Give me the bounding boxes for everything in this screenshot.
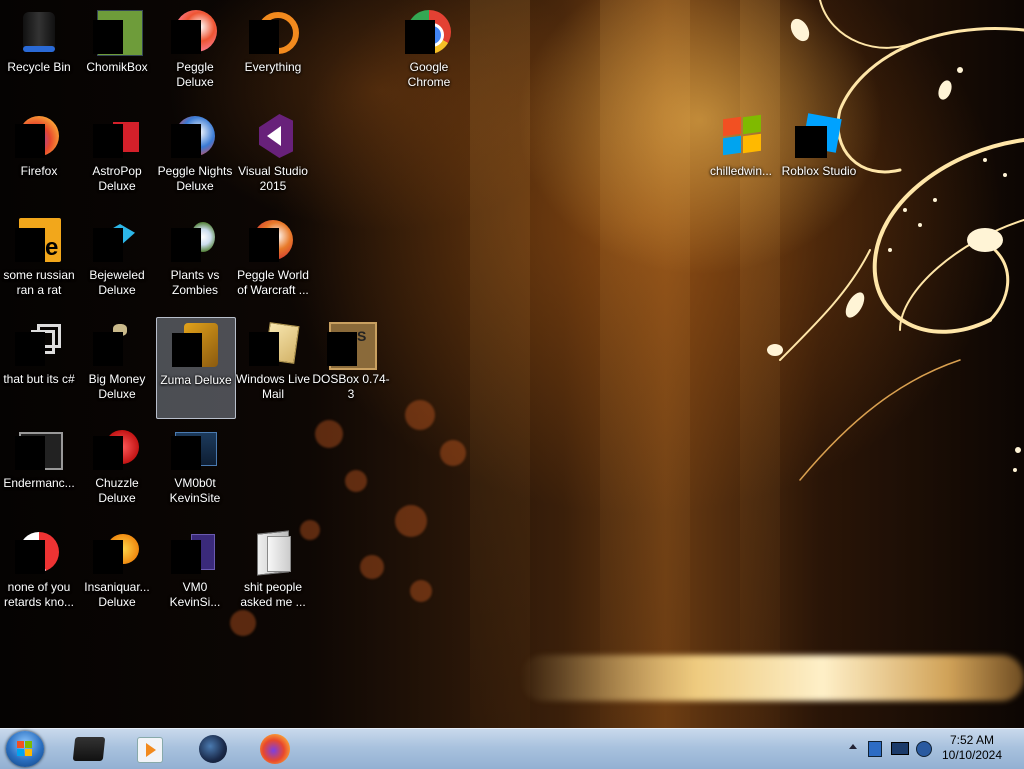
icon-chuzzle-deluxe[interactable]: Chuzzle Deluxe xyxy=(78,418,156,518)
icon-chomikbox[interactable]: ChomikBox xyxy=(78,2,156,102)
taskbar-firefox-button[interactable] xyxy=(250,732,300,766)
taskbar-globe-app-button[interactable] xyxy=(188,732,238,766)
icon-chilledwin[interactable]: chilledwin... xyxy=(702,106,780,206)
firefox-icon xyxy=(260,734,290,764)
icon-insaniquarium-deluxe[interactable]: Insaniquar... Deluxe xyxy=(78,522,156,622)
icon-google-chrome[interactable]: Google Chrome xyxy=(390,2,468,102)
icon-visual-studio-2015[interactable]: Visual Studio 2015 xyxy=(234,106,312,206)
icon-peggle-world-of-warcraft[interactable]: Peggle World of Warcraft ... xyxy=(234,210,312,310)
astropop-icon xyxy=(93,112,141,160)
icon-endermanch[interactable]: Endermanc... xyxy=(0,418,78,518)
taskbar-media-player-button[interactable] xyxy=(124,732,174,766)
start-button[interactable] xyxy=(6,731,44,767)
icon-everything[interactable]: Everything xyxy=(234,2,312,102)
firefox-icon xyxy=(15,112,63,160)
icon-peggle-nights-deluxe[interactable]: Peggle Nights Deluxe xyxy=(156,106,234,206)
chomikbox-icon xyxy=(93,8,143,56)
windows-live-mail-icon xyxy=(249,320,300,368)
taskbar-file-manager-button[interactable] xyxy=(64,732,114,766)
monitor-icon[interactable] xyxy=(890,739,909,757)
peggle-deluxe-icon xyxy=(171,8,219,56)
everything-icon xyxy=(249,8,299,56)
clock-date: 10/10/2024 xyxy=(941,748,1003,762)
insaniquarium-icon xyxy=(93,528,141,576)
icon-shit-people-asked-me[interactable]: shit people asked me ... xyxy=(234,522,312,622)
zuma-icon xyxy=(172,321,220,369)
document-icon: e xyxy=(15,216,63,264)
peggle-nights-icon xyxy=(171,112,219,160)
plants-vs-zombies-icon xyxy=(171,216,219,264)
shortcut-icon xyxy=(15,320,63,368)
app-icon xyxy=(15,528,63,576)
icon-vm0b0t-kevinsite[interactable]: VM0b0t KevinSite xyxy=(156,418,234,518)
roblox-studio-icon xyxy=(795,112,843,160)
icon-vm0-kevinsi[interactable]: VM0 KevinSi... xyxy=(156,522,234,622)
icon-peggle-deluxe[interactable]: Peggle Deluxe xyxy=(156,2,234,102)
recycle-bin-icon xyxy=(15,8,63,56)
icon-astropop-deluxe[interactable]: AstroPop Deluxe xyxy=(78,106,156,206)
peggle-wow-icon xyxy=(249,216,297,264)
dosbox-icon: S xyxy=(327,320,377,370)
chrome-icon xyxy=(405,8,453,56)
windows-logo-icon xyxy=(17,741,33,757)
big-money-icon xyxy=(93,320,141,368)
icon-big-money-deluxe[interactable]: Big Money Deluxe xyxy=(78,314,156,414)
icon-roblox-studio[interactable]: Roblox Studio xyxy=(780,106,858,206)
icon-dosbox[interactable]: S DOSBox 0.74-3 xyxy=(312,314,390,414)
terminal-icon xyxy=(15,424,63,472)
clock-time: 7:52 AM xyxy=(949,733,995,747)
icon-zuma-deluxe[interactable]: Zuma Deluxe xyxy=(156,317,236,419)
vm-file-icon xyxy=(171,528,219,576)
visual-studio-icon xyxy=(249,112,297,160)
app-globe-icon xyxy=(199,735,227,763)
icon-windows-live-mail[interactable]: Windows Live Mail xyxy=(234,314,312,414)
windows-flag-icon xyxy=(717,112,765,160)
bejeweled-icon xyxy=(93,216,141,264)
icon-firefox[interactable]: Firefox xyxy=(0,106,78,206)
clock[interactable]: 7:52 AM 10/10/2024 xyxy=(932,733,1012,763)
taskbar: 7:52 AM 10/10/2024 xyxy=(0,728,1024,769)
file-manager-icon xyxy=(72,737,106,761)
icon-bejeweled-deluxe[interactable]: Bejeweled Deluxe xyxy=(78,210,156,310)
vm-folder-icon xyxy=(171,424,219,472)
show-hidden-icons-chevron[interactable] xyxy=(845,739,863,757)
icon-none-of-you[interactable]: none of you retards kno... xyxy=(0,522,78,622)
icon-some-russian-ran-a-rat[interactable]: e some russian ran a rat xyxy=(0,210,78,310)
media-player-icon xyxy=(137,737,163,763)
icon-recycle-bin[interactable]: Recycle Bin xyxy=(0,2,78,102)
network-icon[interactable] xyxy=(866,739,884,757)
icon-that-but-its-csharp[interactable]: that but its c# xyxy=(0,314,78,414)
icon-plants-vs-zombies[interactable]: Plants vs Zombies xyxy=(156,210,234,310)
volume-icon[interactable] xyxy=(914,739,932,757)
folder-icon xyxy=(249,528,297,576)
chuzzle-icon xyxy=(93,424,141,472)
